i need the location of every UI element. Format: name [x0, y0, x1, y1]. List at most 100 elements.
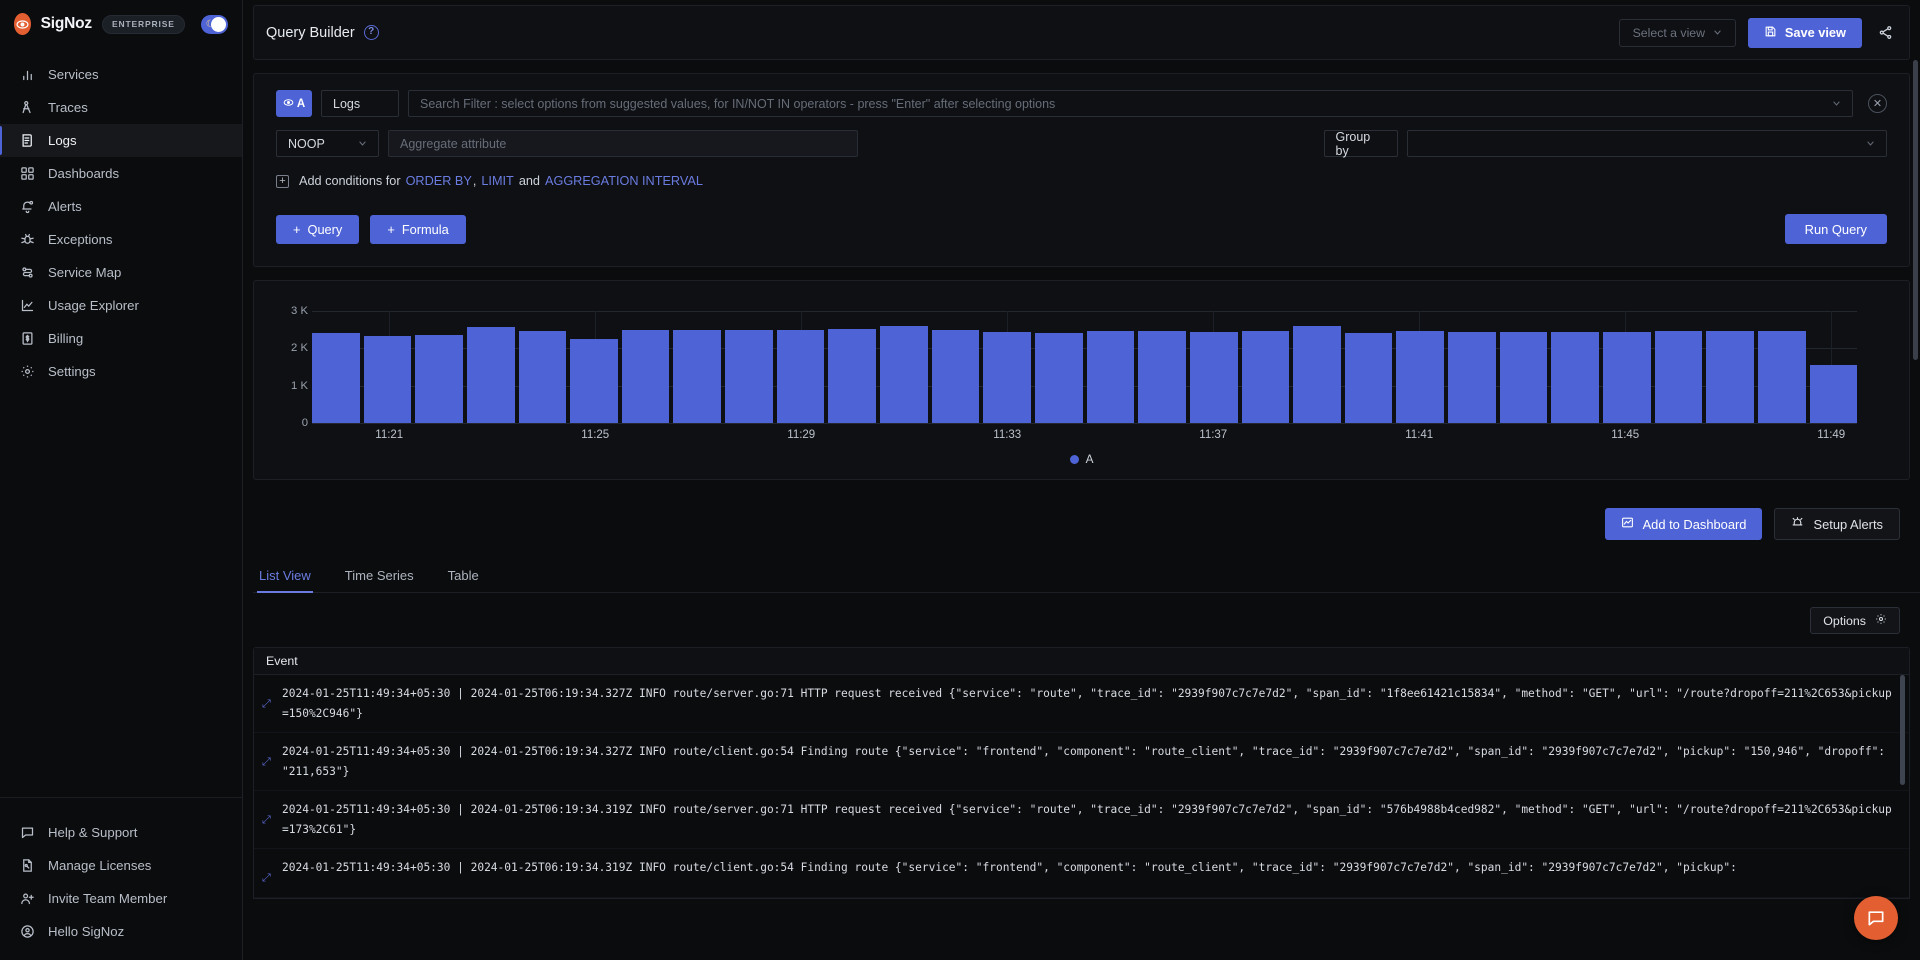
close-circle-icon[interactable]: ✕ [1868, 94, 1887, 113]
chart-bar[interactable] [725, 330, 773, 423]
sidebar-item-exceptions[interactable]: Exceptions [0, 223, 242, 256]
chart-bar[interactable] [1087, 331, 1135, 423]
chart-legend[interactable]: A [274, 452, 1889, 466]
run-query-button[interactable]: Run Query [1785, 214, 1887, 244]
sidebar-item-hello-signoz[interactable]: Hello SigNoz [0, 915, 242, 948]
tab-table[interactable]: Table [446, 562, 481, 592]
sidebar-item-billing[interactable]: Billing [0, 322, 242, 355]
logs-scrollbar-thumb[interactable] [1900, 675, 1905, 785]
chart-bar[interactable] [1655, 331, 1703, 423]
sidebar-item-usage-explorer[interactable]: Usage Explorer [0, 289, 242, 322]
table-row[interactable]: ⤢2024-01-25T11:49:34+05:30 | 2024-01-25T… [254, 675, 1909, 733]
chart-bar[interactable] [364, 336, 412, 423]
select-view-dropdown[interactable]: Select a view [1619, 19, 1736, 47]
group-by-select[interactable] [1407, 130, 1888, 157]
chart-bar[interactable] [1190, 332, 1238, 423]
save-view-label: Save view [1785, 25, 1846, 40]
chart-bar[interactable] [828, 329, 876, 423]
sidebar-item-dashboards[interactable]: Dashboards [0, 157, 242, 190]
chart-bar[interactable] [1758, 331, 1806, 423]
add-query-button[interactable]: + Query [276, 215, 359, 244]
message-icon [19, 825, 35, 841]
logs-histogram-panel: 01 K2 K3 K 11:2111:2511:2911:3311:3711:4… [253, 280, 1910, 480]
tab-label: Table [448, 568, 479, 583]
sidebar-item-label: Logs [48, 133, 77, 148]
tab-time-series[interactable]: Time Series [343, 562, 416, 592]
sidebar-item-traces[interactable]: Traces [0, 91, 242, 124]
x-axis-tick-label: 11:37 [1199, 429, 1227, 441]
x-axis-tick-label: 11:25 [581, 429, 609, 441]
sidebar-item-alerts[interactable]: Alerts [0, 190, 242, 223]
sidebar-item-label: Invite Team Member [48, 891, 167, 906]
expand-arrow-icon[interactable]: ⤢ [262, 858, 274, 888]
aggregate-attribute-input[interactable]: Aggregate attribute [388, 130, 858, 157]
data-source-select[interactable]: Logs [321, 90, 399, 117]
search-filter-placeholder: Search Filter : select options from sugg… [420, 97, 1055, 111]
chart-bar[interactable] [673, 330, 721, 423]
chart-bar[interactable] [622, 330, 670, 423]
sidebar-nav: Services Traces Logs Dashboards [0, 58, 242, 388]
options-button[interactable]: Options [1810, 607, 1900, 634]
add-to-dashboard-button[interactable]: Add to Dashboard [1605, 508, 1763, 540]
expand-arrow-icon[interactable]: ⤢ [262, 742, 274, 772]
sidebar-item-services[interactable]: Services [0, 58, 242, 91]
chart-bar[interactable] [312, 333, 360, 423]
add-formula-button[interactable]: + Formula [370, 215, 465, 244]
chart-bar[interactable] [519, 331, 567, 423]
chart-bar[interactable] [932, 330, 980, 423]
table-row[interactable]: ⤢2024-01-25T11:49:34+05:30 | 2024-01-25T… [254, 791, 1909, 849]
x-axis-tick-label: 11:21 [375, 429, 403, 441]
query-tag-a[interactable]: A [276, 90, 312, 117]
chart-bar[interactable] [415, 335, 463, 423]
limit-link[interactable]: LIMIT [481, 174, 513, 188]
table-row[interactable]: ⤢2024-01-25T11:49:34+05:30 | 2024-01-25T… [254, 733, 1909, 791]
aggregation-interval-link[interactable]: AGGREGATION INTERVAL [545, 174, 703, 188]
table-row[interactable]: ⤢2024-01-25T11:49:34+05:30 | 2024-01-25T… [254, 849, 1909, 898]
setup-alerts-button[interactable]: Setup Alerts [1774, 508, 1900, 540]
chart-bar[interactable] [1396, 331, 1444, 423]
chart-bar[interactable] [1500, 332, 1548, 423]
main-scrollbar-thumb[interactable] [1913, 60, 1918, 360]
tab-list-view[interactable]: List View [257, 562, 313, 592]
question-circle-icon[interactable]: ? [364, 25, 379, 40]
chart-bar[interactable] [1551, 332, 1599, 423]
chart-bar[interactable] [1293, 326, 1341, 423]
chart-bar[interactable] [1810, 365, 1858, 423]
sidebar-item-invite-team-member[interactable]: Invite Team Member [0, 882, 242, 915]
chart-bar[interactable] [983, 332, 1031, 423]
tab-label: Time Series [345, 568, 414, 583]
chart-bar[interactable] [1035, 333, 1083, 423]
order-by-link[interactable]: ORDER BY [406, 174, 472, 188]
y-axis-tick-label: 1 K [291, 380, 308, 392]
chart-bar[interactable] [467, 327, 515, 423]
chart-bar[interactable] [1448, 332, 1496, 423]
aggregate-operator-select[interactable]: NOOP [276, 130, 379, 157]
share-icon[interactable] [1874, 25, 1897, 40]
chart-bar[interactable] [1138, 331, 1186, 423]
sidebar-item-help-support[interactable]: Help & Support [0, 816, 242, 849]
sidebar-item-settings[interactable]: Settings [0, 355, 242, 388]
chart-bar[interactable] [1603, 332, 1651, 423]
chart-bar[interactable] [1706, 331, 1754, 423]
chart-bar[interactable] [1242, 331, 1290, 423]
save-view-button[interactable]: Save view [1748, 18, 1862, 48]
sidebar-item-label: Services [48, 67, 99, 82]
search-filter-input[interactable]: Search Filter : select options from sugg… [408, 90, 1853, 117]
bar-chart-icon [19, 67, 35, 83]
log-list-table: Event ⤢2024-01-25T11:49:34+05:30 | 2024-… [253, 647, 1910, 899]
expand-arrow-icon[interactable]: ⤢ [262, 800, 274, 830]
chart-bar[interactable] [777, 330, 825, 423]
theme-toggle[interactable]: ☾ [201, 15, 228, 34]
plus-square-icon[interactable]: + [276, 175, 289, 188]
sidebar-item-service-map[interactable]: Service Map [0, 256, 242, 289]
chart-bar[interactable] [880, 326, 928, 423]
sidebar-item-manage-licenses[interactable]: Manage Licenses [0, 849, 242, 882]
expand-arrow-icon[interactable]: ⤢ [262, 684, 274, 714]
signoz-eye-logo-icon [14, 13, 31, 35]
chat-bubble-icon[interactable] [1854, 896, 1898, 940]
column-header-event: Event [266, 654, 298, 668]
sidebar-item-logs[interactable]: Logs [0, 124, 242, 157]
y-axis-tick-label: 2 K [291, 342, 308, 354]
chart-bar[interactable] [1345, 333, 1393, 423]
chart-bar[interactable] [570, 339, 618, 423]
